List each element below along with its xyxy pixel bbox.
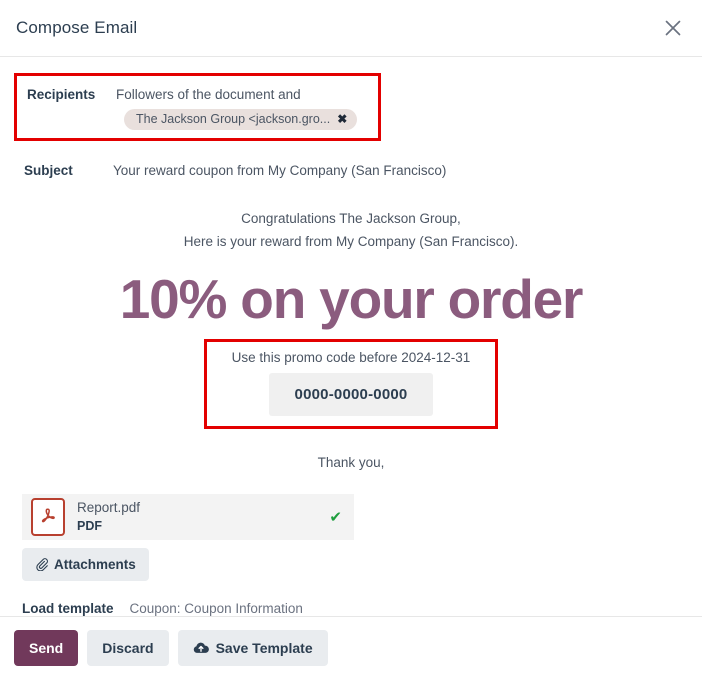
recipients-value: Followers of the document and [116, 87, 301, 102]
send-button[interactable]: Send [14, 630, 79, 666]
recipient-tag-label: The Jackson Group <jackson.gro... [136, 112, 331, 126]
save-template-button[interactable]: Save Template [177, 630, 328, 666]
remove-recipient-icon[interactable]: ✖ [337, 113, 347, 125]
dialog-footer: Send Discard Save Template [0, 616, 702, 679]
subject-value[interactable]: Your reward coupon from My Company (San … [113, 161, 446, 181]
greeting-line-2: Here is your reward from My Company (San… [183, 234, 519, 249]
close-icon[interactable] [658, 13, 688, 43]
subject-label: Subject [24, 163, 73, 178]
save-template-button-label: Save Template [215, 640, 313, 656]
pdf-file-icon [31, 497, 65, 536]
discard-button[interactable]: Discard [87, 630, 169, 666]
attachments-button[interactable]: Attachments [22, 547, 149, 581]
greeting-line-1: Congratulations The Jackson Group, [241, 211, 461, 226]
paperclip-icon [35, 558, 48, 571]
promo-code-value: 0000-0000-0000 [268, 372, 434, 416]
recipients-field-highlight: Recipients Followers of the document and… [14, 73, 381, 141]
attachment-meta: Report.pdf PDF [77, 500, 329, 534]
load-template-row: Load template Coupon: Coupon Information [22, 601, 688, 616]
load-template-label: Load template [22, 600, 114, 616]
recipients-label: Recipients [27, 87, 96, 102]
email-body-preview[interactable]: Congratulations The Jackson Group, Here … [14, 207, 688, 470]
page-title: Compose Email [16, 18, 138, 37]
subject-row: Subject Your reward coupon from My Compa… [14, 161, 688, 181]
send-button-label: Send [29, 640, 64, 656]
dialog-body: Recipients Followers of the document and… [0, 73, 702, 616]
offer-headline: 10% on your order [119, 268, 584, 330]
load-template-value[interactable]: Coupon: Coupon Information [130, 601, 303, 616]
attachment-uploaded-check-icon: ✔ [329, 508, 342, 526]
attachment-filetype: PDF [77, 518, 102, 533]
attachments-button-label: Attachments [54, 556, 136, 572]
promo-wrapper: Use this promo code before 2024-12-31 00… [14, 338, 688, 429]
closing-line: Thank you, [317, 454, 385, 470]
dialog-header: Compose Email [0, 0, 702, 57]
cloud-upload-icon [193, 641, 209, 655]
promo-expiry-label: Use this promo code before 2024-12-31 [231, 349, 471, 365]
promo-code-highlight: Use this promo code before 2024-12-31 00… [204, 338, 498, 429]
recipients-row: Recipients Followers of the document and [27, 85, 368, 105]
recipients-tag-row: The Jackson Group <jackson.gro... ✖ [27, 109, 368, 130]
attachment-item[interactable]: Report.pdf PDF ✔ [22, 493, 354, 540]
recipient-tag[interactable]: The Jackson Group <jackson.gro... ✖ [124, 109, 358, 130]
attachment-filename: Report.pdf [77, 499, 141, 515]
discard-button-label: Discard [102, 640, 154, 656]
